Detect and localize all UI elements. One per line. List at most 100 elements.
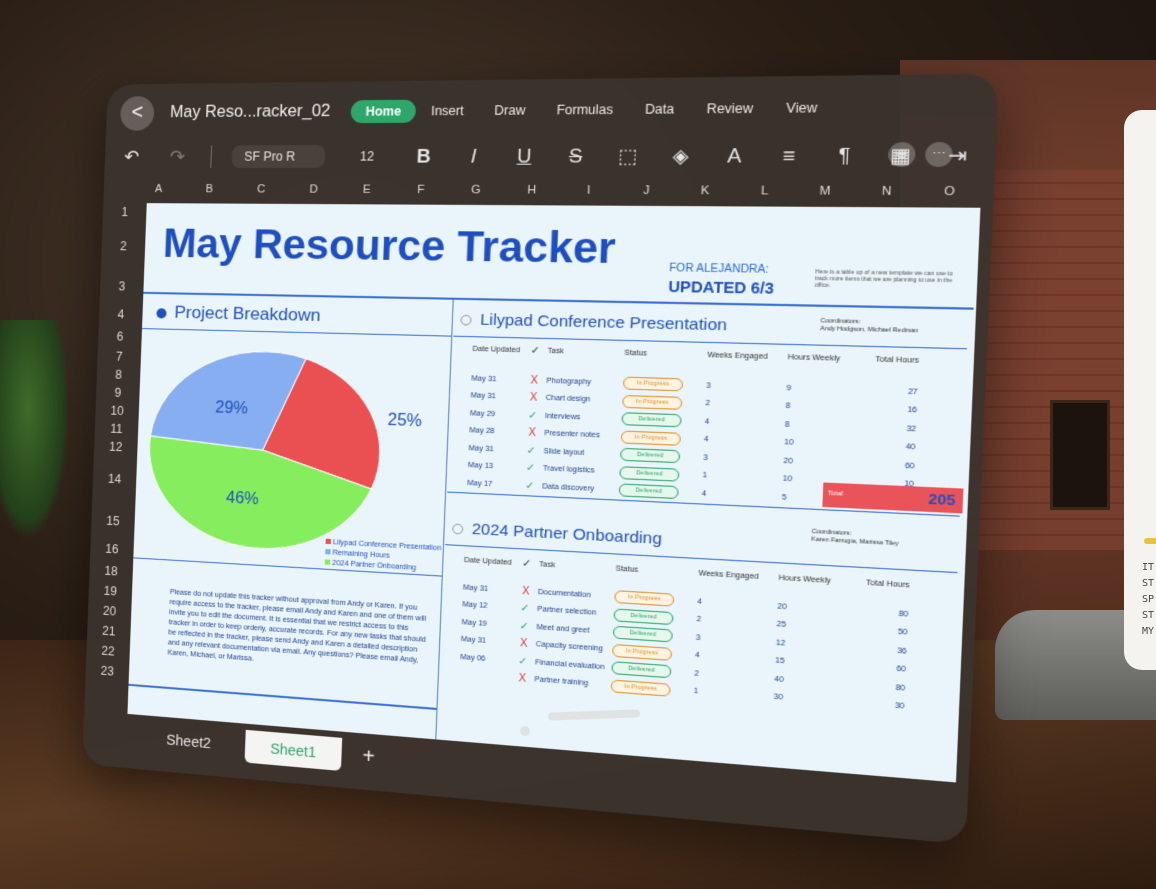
header-total[interactable]: Total Hours bbox=[848, 578, 910, 589]
header-weeks[interactable]: Weeks Engaged bbox=[703, 351, 774, 361]
row-header[interactable]: 6 bbox=[106, 329, 134, 350]
cell-task[interactable]: Meet and greet bbox=[532, 623, 613, 636]
cell-status[interactable]: In Progress bbox=[622, 394, 701, 411]
column-header[interactable]: F bbox=[393, 184, 448, 203]
cell-status[interactable]: In Progress bbox=[622, 376, 702, 392]
cell-hours[interactable]: 10 bbox=[770, 439, 854, 450]
column-header[interactable]: J bbox=[617, 184, 676, 204]
file-title[interactable]: May Reso...racker_02 bbox=[170, 103, 331, 123]
note-text[interactable]: Here is a table up of a new template we … bbox=[815, 269, 963, 291]
cell-total[interactable]: 40 bbox=[854, 442, 916, 452]
cell-weeks[interactable]: 4 bbox=[690, 652, 761, 664]
font-size-select[interactable]: 12 bbox=[346, 149, 389, 164]
row-header[interactable]: 21 bbox=[95, 623, 123, 645]
cell-date[interactable]: May 31 bbox=[443, 583, 518, 595]
row-header[interactable]: 8 bbox=[104, 367, 132, 386]
row-header[interactable]: 16 bbox=[98, 541, 126, 565]
cell-date[interactable]: May 29 bbox=[450, 409, 525, 419]
tab-formulas[interactable]: Formulas bbox=[540, 98, 629, 122]
check-icon[interactable]: ✓ bbox=[523, 462, 539, 474]
cell-date[interactable]: May 06 bbox=[441, 652, 516, 665]
text-color-icon[interactable]: A bbox=[719, 144, 751, 167]
cell-hours[interactable]: 25 bbox=[762, 620, 846, 633]
pie-chart[interactable]: 29% 25% 46% bbox=[146, 345, 422, 566]
cell-status[interactable]: In Progress bbox=[614, 590, 693, 608]
cell-total[interactable]: 60 bbox=[853, 460, 915, 470]
column-header[interactable]: A bbox=[133, 183, 184, 201]
column-header[interactable]: N bbox=[855, 185, 918, 205]
cell-weeks[interactable]: 2 bbox=[690, 670, 761, 683]
strikethrough-button[interactable]: S bbox=[561, 145, 591, 168]
cell-hours[interactable]: 20 bbox=[769, 457, 853, 468]
cell-date[interactable]: May 31 bbox=[441, 635, 516, 647]
column-header[interactable]: K bbox=[675, 184, 735, 204]
for-label[interactable]: FOR ALEJANDRA: bbox=[669, 263, 769, 276]
sheet-tab-sheet1[interactable]: Sheet1 bbox=[244, 729, 342, 771]
cell-total[interactable]: 60 bbox=[845, 662, 906, 674]
cell-task[interactable]: Photography bbox=[542, 377, 623, 387]
cell-status[interactable]: Delivered bbox=[618, 483, 698, 501]
x-mark-icon[interactable]: X bbox=[525, 392, 541, 404]
cell-hours[interactable]: 15 bbox=[761, 656, 845, 669]
header-date[interactable]: Date Updated bbox=[453, 345, 528, 354]
column-header[interactable]: D bbox=[287, 183, 341, 202]
cell-hours[interactable]: 30 bbox=[759, 693, 843, 707]
cell-weeks[interactable]: 4 bbox=[697, 490, 768, 501]
cell-weeks[interactable]: 1 bbox=[689, 688, 760, 701]
tab-draw[interactable]: Draw bbox=[479, 98, 542, 122]
check-icon[interactable]: ✓ bbox=[525, 410, 541, 422]
header-weeks[interactable]: Weeks Engaged bbox=[694, 569, 765, 581]
cell-status[interactable]: Delivered bbox=[621, 412, 700, 428]
fill-color-icon[interactable]: ◈ bbox=[665, 144, 696, 167]
sheet-tab-sheet2[interactable]: Sheet2 bbox=[142, 721, 236, 761]
cell-total[interactable]: 80 bbox=[847, 607, 909, 618]
check-icon[interactable]: ✓ bbox=[517, 603, 533, 616]
check-icon[interactable]: ✓ bbox=[515, 655, 531, 668]
row-header[interactable]: 12 bbox=[101, 439, 130, 472]
row-header[interactable]: 7 bbox=[105, 349, 133, 368]
x-mark-icon[interactable]: X bbox=[516, 638, 532, 651]
cell-total[interactable]: 27 bbox=[856, 387, 918, 396]
cell-status[interactable]: In Progress bbox=[610, 679, 690, 698]
row-header[interactable]: 11 bbox=[102, 421, 130, 440]
cell-task[interactable]: Capacity screening bbox=[531, 641, 612, 654]
column-header[interactable]: G bbox=[448, 184, 504, 203]
cell-total[interactable]: 50 bbox=[846, 625, 908, 637]
cell-hours[interactable]: 8 bbox=[771, 420, 855, 431]
cell-status[interactable]: Delivered bbox=[619, 448, 699, 464]
cell-date[interactable]: May 31 bbox=[451, 392, 526, 402]
secondary-app-window[interactable]: IT ST SP ST MY bbox=[1124, 110, 1156, 670]
cell-date[interactable]: May 17 bbox=[447, 479, 522, 490]
row-header[interactable]: 1 bbox=[110, 205, 139, 239]
cell-date[interactable]: May 13 bbox=[448, 461, 523, 472]
row-header[interactable]: 14 bbox=[100, 471, 129, 514]
cell-task[interactable]: Interviews bbox=[540, 412, 621, 422]
row-header[interactable]: 3 bbox=[107, 279, 136, 308]
column-header[interactable]: H bbox=[503, 184, 560, 203]
column-header[interactable]: O bbox=[917, 185, 981, 206]
header-date[interactable]: Date Updated bbox=[444, 555, 519, 567]
row-header[interactable]: 4 bbox=[106, 307, 134, 330]
cell-date[interactable]: May 31 bbox=[452, 374, 527, 384]
partner-coordinators[interactable]: Coordinators: Karen Farrugia, Marissa Ti… bbox=[811, 529, 899, 549]
cell-total[interactable]: 16 bbox=[855, 405, 917, 415]
cell-weeks[interactable]: 4 bbox=[700, 418, 771, 428]
cell-task[interactable]: Presenter notes bbox=[540, 430, 621, 441]
cell-hours[interactable]: 12 bbox=[761, 638, 845, 651]
add-sheet-button[interactable]: + bbox=[351, 743, 386, 770]
cell-total[interactable]: 36 bbox=[845, 644, 907, 655]
x-mark-icon[interactable]: X bbox=[514, 673, 530, 686]
row-header[interactable]: 19 bbox=[96, 583, 124, 605]
cell-weeks[interactable]: 3 bbox=[701, 382, 772, 392]
cell-status[interactable]: In Progress bbox=[620, 430, 700, 446]
row-header[interactable]: 20 bbox=[95, 603, 123, 625]
cell-date[interactable] bbox=[440, 673, 514, 678]
column-header[interactable]: C bbox=[235, 183, 288, 202]
header-hours[interactable]: Hours Weekly bbox=[764, 573, 848, 585]
check-icon[interactable]: ✓ bbox=[523, 445, 539, 457]
cell-weeks[interactable]: 3 bbox=[698, 454, 769, 465]
cell-task[interactable]: Slide layout bbox=[539, 448, 620, 459]
row-header[interactable]: 15 bbox=[98, 513, 127, 543]
cell-task[interactable]: Partner training bbox=[530, 676, 611, 689]
header-status[interactable]: Status bbox=[615, 565, 694, 577]
